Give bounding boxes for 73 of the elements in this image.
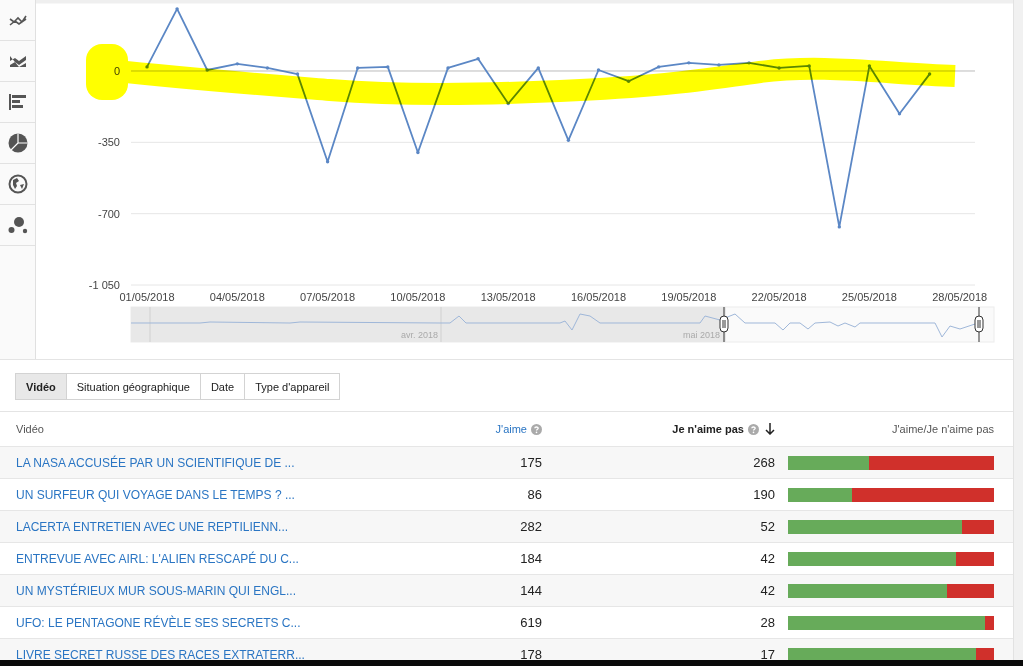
line-chart-icon[interactable] [8,13,27,27]
data-point [536,66,540,70]
x-axis-label: 22/05/2018 [751,291,807,303]
x-axis-label: 01/05/2018 [119,291,175,303]
data-point [386,65,390,69]
x-axis-label: 25/05/2018 [841,291,897,303]
data-point [837,225,841,229]
data-point [265,66,270,70]
globe-icon[interactable] [7,174,28,194]
x-axis-label: 16/05/2018 [570,291,627,303]
video-title-link[interactable]: LACERTA ENTRETIEN AVEC UNE REPTILIENN... [16,519,289,534]
likes-count: 178 [520,647,542,662]
data-point [325,160,330,164]
video-title-link[interactable]: LA NASA ACCUSÉE PAR UN SCIENTIFIQUE DE ... [16,455,295,470]
pie-chart-icon[interactable] [7,133,28,153]
column-header[interactable]: J'aime [495,423,527,435]
video-title-link[interactable]: UN MYSTÉRIEUX MUR SOUS-MARIN QUI ENGL... [16,583,297,598]
dislikes-count: 28 [760,615,775,630]
data-point [175,7,179,11]
data-point [747,61,751,65]
data-point [356,66,360,70]
dislikes-count: 42 [760,551,775,566]
data-point [235,62,239,66]
scatter-chart-icon[interactable] [7,216,28,234]
range-handle[interactable] [974,306,984,343]
data-point [446,66,450,70]
tab[interactable]: Situation géographique [65,373,201,400]
tab[interactable]: Type d'appareil [244,373,341,400]
video-title-link[interactable]: UFO: LE PENTAGONE RÉVÈLE SES SECRETS C... [16,615,301,630]
column-header: J'aime/Je n'aime pas [891,423,994,435]
likes-count: 86 [527,487,542,502]
x-axis-label: 19/05/2018 [661,291,717,303]
y-axis-label: -350 [97,136,120,149]
likes-count: 175 [520,455,542,470]
video-title-link[interactable]: ENTREVUE AVEC AIRL: L'ALIEN RESCAPÉ DU C... [16,551,299,566]
column-header: Vidéo [16,423,44,435]
x-axis-label: 07/05/2018 [300,291,356,303]
video-title-link[interactable]: UN SURFEUR QUI VOYAGE DANS LE TEMPS ? ... [16,487,295,502]
area-chart-icon[interactable] [8,54,27,68]
likes-count: 144 [520,583,542,598]
data-point [416,150,420,155]
data-point [295,72,300,76]
data-point [205,68,209,72]
dislikes-count: 190 [753,487,775,502]
likes-count: 282 [520,519,542,534]
likes-count: 184 [520,551,542,566]
x-axis-label: 04/05/2018 [209,291,265,303]
dislikes-count: 17 [760,647,775,662]
data-point [687,61,691,65]
dislikes-count: 268 [753,455,775,470]
x-axis-label: 28/05/2018 [932,291,988,303]
sort-down-arrow-icon[interactable] [765,423,775,435]
x-axis-label: 13/05/2018 [480,291,536,303]
dislikes-count: 52 [760,519,775,534]
video-title-link[interactable]: LIVRE SECRET RUSSE DES RACES EXTRATERR... [16,647,305,662]
tab[interactable]: Vidéo [15,373,67,400]
data-point [717,63,721,67]
y-axis-label: -700 [97,207,120,220]
bar-chart-icon[interactable] [9,94,26,110]
data-point [566,138,571,142]
tab[interactable]: Date [199,373,246,400]
x-axis-label: 10/05/2018 [390,291,446,303]
data-point [897,112,902,116]
data-point [657,65,661,69]
column-header[interactable]: Je n'aime pas [672,423,744,435]
range-handle[interactable] [719,306,729,343]
y-axis-label: -1 050 [88,279,120,291]
likes-count: 619 [520,615,542,630]
dislikes-count: 42 [760,583,775,598]
data-point [476,57,480,61]
data-point [506,101,510,106]
data-point [596,68,601,72]
y-axis-label: 0 [113,65,120,77]
